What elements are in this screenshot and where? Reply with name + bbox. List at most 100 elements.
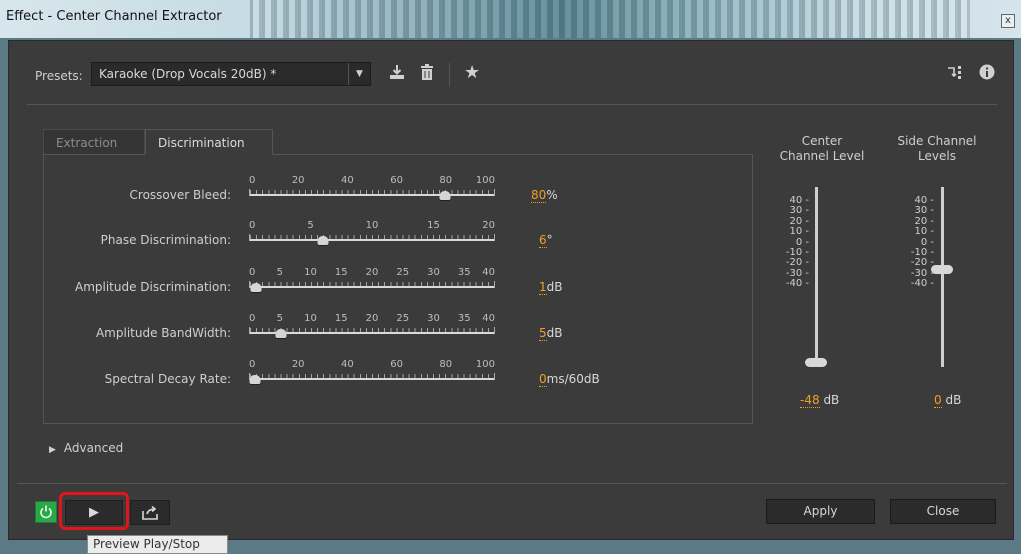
loop-export-button[interactable] [130, 500, 170, 525]
center-channel-value[interactable]: -48 dB [800, 393, 840, 408]
slider-ticks [250, 282, 494, 286]
slider-tick-label: 35 [457, 267, 471, 278]
routing-icon[interactable] [947, 65, 963, 83]
crossover-bleed-number[interactable]: 80 [531, 188, 547, 203]
advanced-toggle[interactable]: ▶ Advanced [49, 441, 123, 455]
window-title: Effect - Center Channel Extractor [6, 9, 222, 24]
amplitude-discrimination-number[interactable]: 1 [539, 280, 547, 295]
slider-tick-label: 0 [249, 313, 256, 324]
spectral-decay-rate-label: Spectral Decay Rate: [104, 372, 231, 386]
delete-preset-icon[interactable] [419, 64, 435, 84]
center-meter-track[interactable] [805, 187, 827, 367]
title-bar[interactable]: Effect - Center Channel Extractor x [0, 0, 1021, 38]
slider-tick-labels: 0 20 40 60 80 100 [249, 359, 495, 373]
meter-scale-label: -40 - [910, 278, 934, 290]
side-meter-knob[interactable] [931, 264, 953, 274]
center-channel-unit: dB [823, 393, 840, 407]
amplitude-discrimination-value[interactable]: 1dB [539, 280, 563, 295]
side-channel-unit: dB [945, 393, 962, 407]
preset-selected-value: Karaoke (Drop Vocals 20dB) * [99, 67, 277, 81]
crossover-bleed-slider[interactable]: 0 20 40 60 80 100 [249, 175, 495, 200]
spectral-decay-rate-unit: ms/60dB [546, 372, 600, 386]
slider-tick-label: 40 [341, 359, 354, 370]
slider-tick-label: 40 [482, 313, 495, 324]
info-icon[interactable] [979, 64, 995, 84]
spectral-decay-rate-slider[interactable]: 0 20 40 60 80 100 [249, 359, 495, 384]
slider-thumb[interactable] [275, 329, 286, 338]
amplitude-bandwidth-number[interactable]: 5 [539, 326, 547, 341]
slider-tick-label: 5 [276, 267, 283, 278]
phase-discrimination-slider[interactable]: 0 5 10 15 20 [249, 220, 495, 245]
slider-thumb[interactable] [317, 236, 329, 245]
slider-ticks [250, 190, 494, 194]
side-meter-track[interactable] [931, 187, 953, 367]
slider-tick-label: 10 [365, 220, 379, 231]
export-icon [142, 505, 158, 520]
slider-tick-labels: 0 5 10 15 20 25 30 35 40 [249, 267, 495, 281]
amplitude-bandwidth-slider[interactable]: 0 5 10 15 20 25 30 35 40 [249, 313, 495, 338]
save-preset-icon[interactable] [389, 64, 405, 84]
slider-track[interactable] [249, 234, 495, 245]
slider-tick-label: 60 [390, 359, 403, 370]
meter-scale-label: -40 - [785, 278, 809, 290]
effect-window: Effect - Center Channel Extractor x Pres… [0, 0, 1021, 554]
footer-divider [17, 483, 1007, 484]
center-meter-knob[interactable] [805, 358, 827, 367]
center-channel-number[interactable]: -48 [800, 393, 820, 408]
slider-tick-labels: 0 5 10 15 20 [249, 220, 495, 234]
amplitude-discrimination-label: Amplitude Discrimination: [74, 280, 231, 294]
slider-tick-label: 20 [365, 313, 379, 324]
amplitude-bandwidth-unit: dB [546, 326, 563, 340]
meter-scale-label: 10 - [914, 226, 934, 238]
center-meter-scale: 40 -30 -20 -10 -0 - -10 - -20 - -30 - -40 - [779, 195, 809, 290]
slider-tick-label: 0 [249, 359, 256, 370]
slider-tick-labels: 0 5 10 15 20 25 30 35 40 [249, 313, 495, 327]
side-channel-number[interactable]: 0 [934, 393, 942, 408]
favorite-star-icon[interactable]: ★ [464, 62, 480, 83]
tab-extraction[interactable]: Extraction [43, 129, 145, 155]
close-button[interactable]: Close [890, 499, 996, 524]
meter-scale-label: 10 - [789, 226, 809, 238]
slider-track[interactable] [249, 281, 495, 292]
slider-track[interactable] [249, 327, 495, 338]
amplitude-bandwidth-value[interactable]: 5dB [539, 326, 563, 341]
slider-track[interactable] [249, 189, 495, 200]
crossover-bleed-label: Crossover Bleed: [129, 188, 231, 202]
slider-tick-label: 5 [276, 313, 283, 324]
slider-tick-label: 100 [475, 359, 495, 370]
slider-thumb[interactable] [439, 191, 451, 200]
side-channel-title: Side Channel Levels [887, 134, 987, 164]
phase-discrimination-number[interactable]: 6 [539, 233, 547, 248]
slider-tick-label: 100 [475, 175, 495, 186]
slider-tick-label: 15 [334, 267, 348, 278]
preset-dropdown[interactable]: Karaoke (Drop Vocals 20dB) * ▼ [91, 62, 371, 86]
title-bar-decoration [250, 0, 970, 38]
effect-panel: Presets: Karaoke (Drop Vocals 20dB) * ▼ … [8, 40, 1014, 540]
slider-tick-label: 40 [482, 267, 495, 278]
amplitude-discrimination-slider[interactable]: 0 5 10 15 20 25 30 35 40 [249, 267, 495, 292]
center-channel-title-line2: Channel Level [779, 149, 865, 163]
chevron-down-icon[interactable]: ▼ [348, 63, 370, 85]
slider-ticks [250, 235, 494, 239]
spectral-decay-rate-value[interactable]: 0ms/60dB [539, 372, 600, 387]
power-toggle-button[interactable] [35, 501, 57, 523]
slider-tick-label: 0 [249, 175, 256, 186]
window-close-button[interactable]: x [1001, 14, 1015, 28]
power-icon [40, 505, 52, 519]
slider-thumb[interactable] [249, 375, 261, 384]
side-channel-value[interactable]: 0 dB [934, 393, 962, 408]
spectral-decay-rate-number[interactable]: 0 [539, 372, 547, 387]
slider-tick-label: 20 [291, 359, 305, 370]
apply-button[interactable]: Apply [766, 499, 875, 524]
side-channel-title-line1: Side Channel [897, 134, 977, 148]
slider-track[interactable] [249, 373, 495, 384]
slider-tick-label: 30 [427, 267, 440, 278]
slider-tick-label: 80 [439, 175, 453, 186]
tab-discrimination[interactable]: Discrimination [145, 129, 273, 155]
crossover-bleed-value[interactable]: 80% [531, 188, 558, 203]
phase-discrimination-value[interactable]: 6° [539, 233, 553, 248]
slider-thumb[interactable] [250, 283, 262, 292]
amplitude-discrimination-unit: dB [546, 280, 563, 294]
phase-discrimination-label: Phase Discrimination: [100, 233, 231, 247]
side-channel-title-line2: Levels [918, 149, 956, 163]
